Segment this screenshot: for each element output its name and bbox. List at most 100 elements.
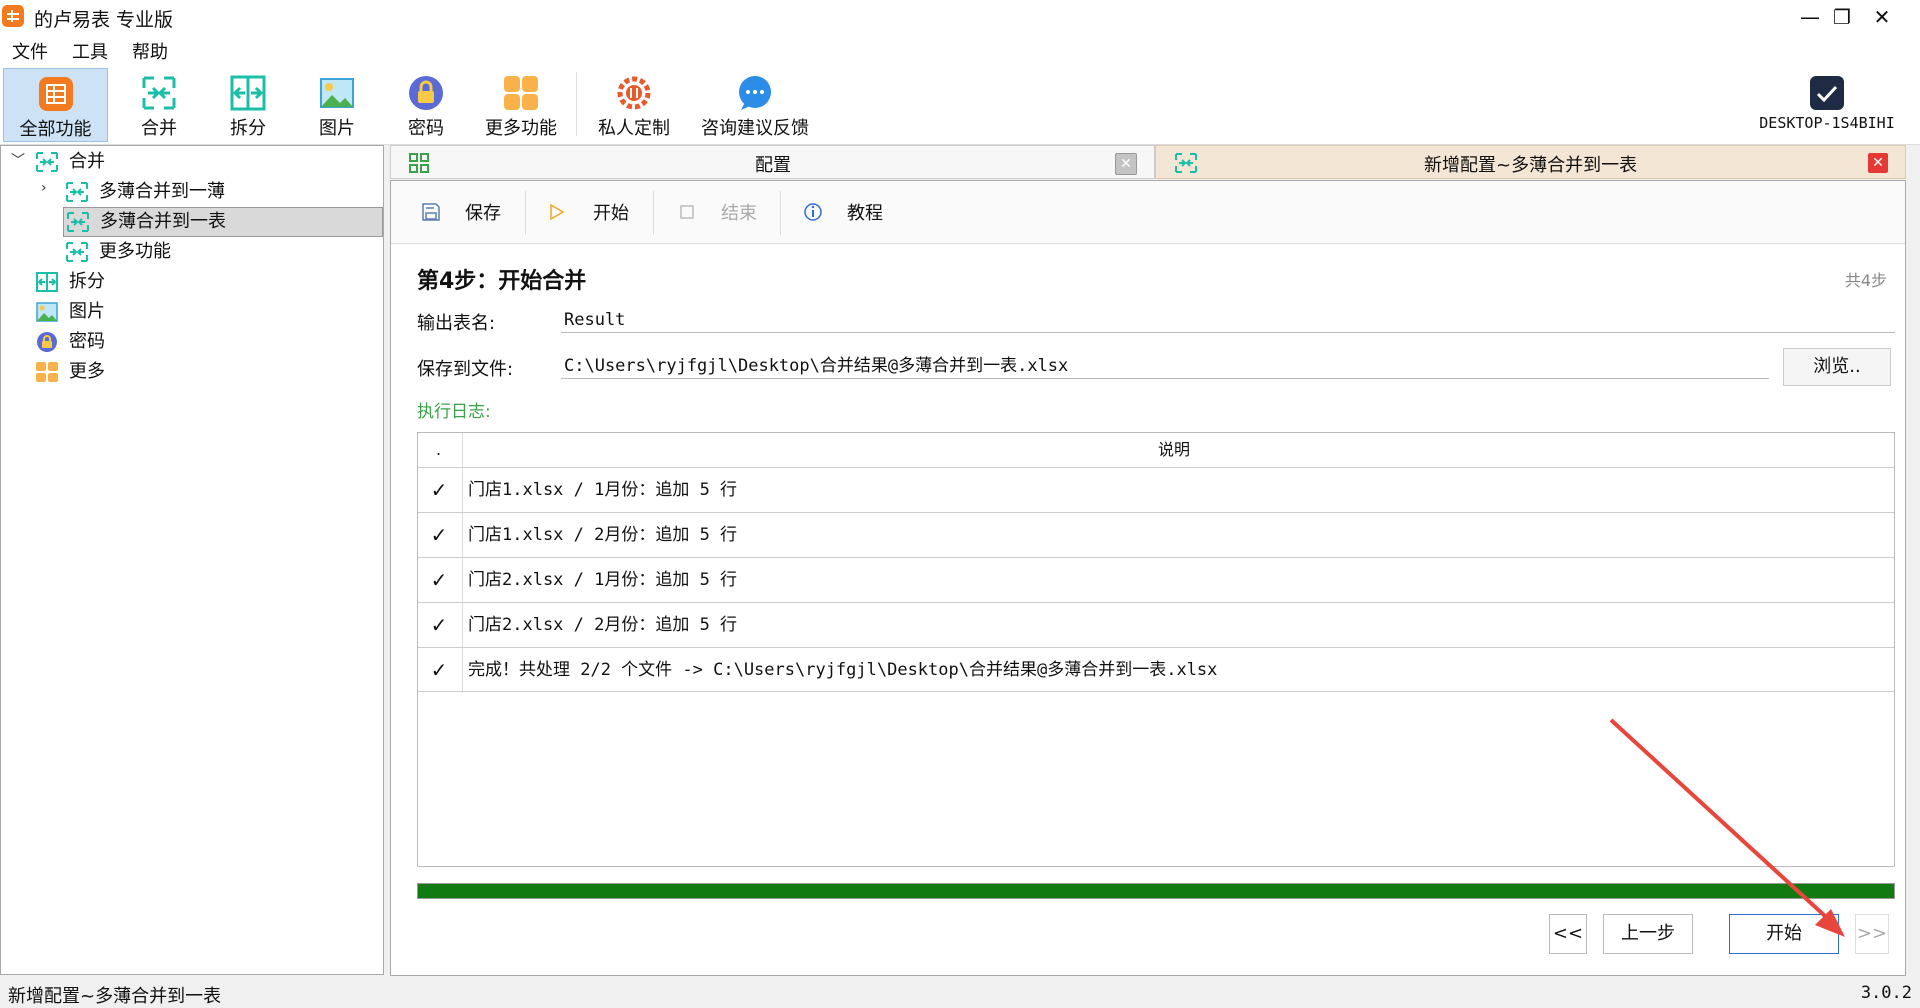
table-row[interactable]: ✓ 门店2.xlsx / 1月份：追加 5 行 xyxy=(418,557,1894,602)
tree-item-more[interactable]: 更多 xyxy=(35,358,335,386)
merge-icon xyxy=(66,242,88,262)
log-message: 门店2.xlsx / 1月份：追加 5 行 xyxy=(468,570,738,590)
close-icon[interactable]: ✕ xyxy=(1868,153,1888,173)
step-title: 第4步：开始合并 xyxy=(417,269,587,294)
computer-name: DESKTOP-1S4BIHI xyxy=(1759,114,1895,132)
tree-label: 更多功能 xyxy=(99,241,171,262)
toolbar-label: 私人定制 xyxy=(598,118,670,139)
more-grid-icon xyxy=(36,362,58,382)
toolbar-split[interactable]: 拆分 xyxy=(213,68,283,140)
tree-label: 合并 xyxy=(69,151,105,172)
tree-item-password[interactable]: 密码 xyxy=(35,328,335,356)
more-grid-icon xyxy=(504,76,538,110)
function-tree: ﹀ 合并 › 多薄合并到一薄 多薄合并到一表 更多功能 拆分 图片 密码 更多 xyxy=(0,145,384,975)
tree-item-merge-more[interactable]: 更多功能 xyxy=(65,238,365,266)
check-icon: ✓ xyxy=(430,613,448,637)
tree-label: 图片 xyxy=(69,301,105,322)
start-button[interactable]: 开始 xyxy=(593,199,629,225)
custom-gear-icon xyxy=(617,76,651,110)
split-icon xyxy=(230,75,266,111)
check-icon: ✓ xyxy=(430,478,448,502)
tree-label: 更多 xyxy=(69,361,105,382)
log-header-description: 说明 xyxy=(1158,440,1191,459)
merge-icon xyxy=(67,212,89,232)
separator xyxy=(525,191,526,235)
merge-icon xyxy=(36,152,58,172)
user-account[interactable]: DESKTOP-1S4BIHI xyxy=(1742,68,1912,140)
log-message: 门店1.xlsx / 2月份：追加 5 行 xyxy=(468,525,738,545)
sub-toolbar: 保存 开始 结束 教程 xyxy=(391,181,1905,244)
toolbar-password[interactable]: 密码 xyxy=(391,68,461,140)
table-row[interactable]: ✓ 门店1.xlsx / 1月份：追加 5 行 xyxy=(418,467,1894,512)
info-icon xyxy=(804,203,822,221)
tree-label: 密码 xyxy=(69,331,105,352)
merge-icon xyxy=(142,76,176,110)
split-icon xyxy=(36,272,58,292)
toolbar-image[interactable]: 图片 xyxy=(302,68,372,140)
toolbar-label: 咨询建议反馈 xyxy=(701,118,809,139)
output-sheet-label: 输出表名: xyxy=(417,313,496,334)
save-file-label: 保存到文件: xyxy=(417,359,514,380)
toolbar-merge[interactable]: 合并 xyxy=(124,68,194,140)
table-row[interactable]: ✓ 门店2.xlsx / 2月份：追加 5 行 xyxy=(418,602,1894,647)
tutorial-button[interactable]: 教程 xyxy=(847,199,883,225)
menu-bar: 文件 工具 帮助 xyxy=(0,34,1920,64)
close-icon[interactable]: ✕ xyxy=(1115,153,1137,175)
tab-new-config[interactable]: 新增配置~多薄合并到一表 ✕ xyxy=(1155,145,1906,179)
toolbar-feedback[interactable]: 咨询建议反馈 xyxy=(698,68,812,140)
grid-app-icon xyxy=(38,77,73,111)
separator xyxy=(780,191,781,235)
tree-item-merge-one-sheet[interactable]: 多薄合并到一表 xyxy=(63,207,383,237)
app-logo-icon xyxy=(2,5,24,27)
config-panel: 保存 开始 结束 教程 第4步：开始合并 共4步 输出表名: Result 保存… xyxy=(390,180,1906,976)
log-label: 执行日志: xyxy=(417,402,491,422)
tree-item-split[interactable]: 拆分 xyxy=(35,268,335,296)
version-label: 3.0.2 xyxy=(1860,983,1912,1003)
save-button[interactable]: 保存 xyxy=(465,199,501,225)
chevron-right-icon[interactable]: › xyxy=(41,180,47,196)
tree-item-merge-books[interactable]: 多薄合并到一薄 xyxy=(65,178,365,206)
table-row[interactable]: ✓ 门店1.xlsx / 2月份：追加 5 行 xyxy=(418,512,1894,557)
menu-help[interactable]: 帮助 xyxy=(132,38,168,64)
chat-bubble-icon xyxy=(739,76,771,110)
tab-config[interactable]: 配置 ✕ xyxy=(390,145,1155,179)
menu-file[interactable]: 文件 xyxy=(12,38,48,64)
toolbar-custom[interactable]: 私人定制 xyxy=(592,68,676,140)
first-step-button[interactable]: << xyxy=(1549,914,1587,954)
tree-label: 拆分 xyxy=(69,271,105,292)
stop-icon xyxy=(680,205,694,219)
check-icon: ✓ xyxy=(430,658,448,682)
log-message: 门店1.xlsx / 1月份：追加 5 行 xyxy=(468,480,738,500)
toolbar-label: 全部功能 xyxy=(19,119,92,140)
toolbar-label: 合并 xyxy=(141,118,177,139)
tab-title: 配置 xyxy=(755,155,791,176)
grid-icon xyxy=(409,153,429,173)
toolbar-label: 拆分 xyxy=(230,118,266,139)
save-file-input[interactable]: C:\Users\ryjfgjl\Desktop\合并结果@多薄合并到一表.xl… xyxy=(561,353,1769,379)
image-icon xyxy=(320,78,354,108)
title-bar: 的卢易表 专业版 — xyxy=(0,0,1920,34)
tree-item-merge[interactable]: 合并 xyxy=(35,148,335,176)
tree-label: 多薄合并到一薄 xyxy=(99,181,225,202)
account-check-icon xyxy=(1810,76,1844,110)
tree-item-image[interactable]: 图片 xyxy=(35,298,335,326)
tree-label: 多薄合并到一表 xyxy=(100,211,226,232)
chevron-down-icon[interactable]: ﹀ xyxy=(11,150,25,170)
merge-icon xyxy=(66,182,88,202)
merge-icon xyxy=(1175,153,1197,173)
toolbar-more[interactable]: 更多功能 xyxy=(481,68,561,140)
browse-button[interactable]: 浏览.. xyxy=(1783,348,1891,386)
stop-button[interactable]: 结束 xyxy=(721,199,757,225)
toolbar-all-functions[interactable]: 全部功能 xyxy=(3,68,108,142)
save-icon xyxy=(422,203,440,221)
table-row[interactable]: ✓ 完成！共处理 2/2 个文件 -> C:\Users\ryjfgjl\Des… xyxy=(418,647,1894,692)
menu-tools[interactable]: 工具 xyxy=(72,38,108,64)
log-message: 完成！共处理 2/2 个文件 -> C:\Users\ryjfgjl\Deskt… xyxy=(468,660,1218,680)
output-sheet-input[interactable]: Result xyxy=(561,307,1895,333)
status-bar: 新增配置~多薄合并到一表 3.0.2 xyxy=(0,978,1920,1008)
tab-strip: 配置 ✕ 新增配置~多薄合并到一表 ✕ xyxy=(390,145,1906,179)
window-title: 的卢易表 专业版 xyxy=(34,9,174,31)
close-window-button[interactable]: ✕ xyxy=(1852,0,1912,34)
separator xyxy=(653,191,654,235)
log-message: 门店2.xlsx / 2月份：追加 5 行 xyxy=(468,615,738,635)
